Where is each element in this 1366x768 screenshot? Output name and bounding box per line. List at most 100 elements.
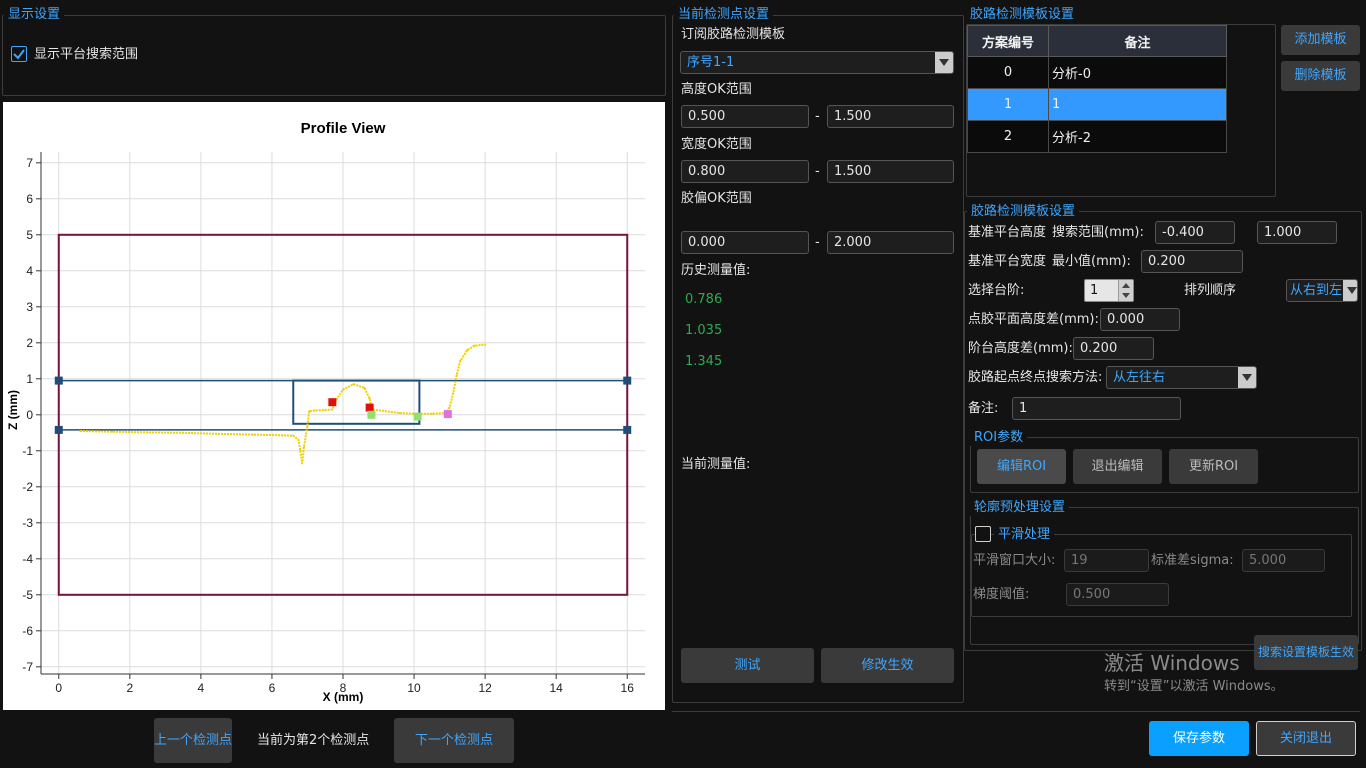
step-height-label: 阶台高度差(mm): (968, 341, 1073, 356)
template-table[interactable]: 方案编号 备注 0 分析-0 1 1 2 分析-2 (967, 25, 1227, 153)
min-value-input[interactable]: 0.200 (1141, 250, 1243, 273)
note-label: 备注: (968, 401, 999, 416)
min-value-label: 最小值(mm): (1052, 254, 1131, 269)
profile-point (217, 432, 220, 435)
gradient-threshold-input[interactable]: 0.500 (1066, 583, 1169, 606)
column-header-note[interactable]: 备注 (1048, 25, 1227, 57)
table-row[interactable]: 1 1 (967, 88, 1227, 121)
order-select[interactable]: 从右到左 (1286, 279, 1358, 302)
offset-min-input[interactable]: 0.000 (681, 231, 809, 254)
column-header-id[interactable]: 方案编号 (967, 25, 1049, 57)
history-value: 1.035 (685, 323, 723, 338)
dot-height-input[interactable]: 0.000 (1100, 308, 1180, 331)
sigma-input[interactable]: 5.000 (1242, 549, 1325, 572)
profile-point (331, 408, 334, 411)
y-tick-label: -2 (22, 480, 33, 494)
row-note: 1 (1048, 88, 1227, 121)
y-tick-label: -4 (22, 552, 33, 566)
test-button[interactable]: 测试 (681, 648, 814, 683)
table-row[interactable]: 0 分析-0 (967, 56, 1227, 89)
height-max-input[interactable]: 1.500 (827, 105, 954, 128)
y-tick-label: 4 (26, 264, 33, 278)
spin-arrows-icon[interactable] (1118, 280, 1133, 301)
profile-chart-panel: Profile View X (mm) Z (mm) 0 2 4 6 8 10 12 14 16… (3, 102, 665, 710)
roi-title: ROI参数 (970, 430, 1028, 446)
profile-point (297, 439, 300, 441)
profile-point (302, 446, 305, 449)
subscribe-template-value: 序号1-1 (687, 55, 735, 70)
profile-point (430, 412, 433, 415)
profile-point (484, 343, 487, 346)
chevron-down-icon (1343, 280, 1357, 301)
feature-marker (367, 410, 376, 419)
profile-point (111, 430, 114, 433)
search-method-select[interactable]: 从左往右 (1106, 366, 1257, 389)
apply-changes-button[interactable]: 修改生效 (821, 648, 954, 683)
exit-edit-button[interactable]: 退出编辑 (1073, 449, 1162, 484)
profile-point (301, 462, 304, 465)
template-params-title: 胶路检测模板设置 (967, 204, 1080, 220)
delete-template-button[interactable]: 删除模板 (1281, 61, 1360, 91)
search-range-max-input[interactable]: 1.000 (1257, 221, 1337, 244)
profile-point (299, 449, 302, 452)
save-params-button[interactable]: 保存参数 (1149, 721, 1249, 756)
row-id: 1 (967, 88, 1049, 121)
note-input[interactable]: 1 (1012, 397, 1181, 420)
update-roi-button[interactable]: 更新ROI (1169, 449, 1258, 484)
smooth-label[interactable]: 平滑处理 (994, 527, 1055, 543)
y-tick-label: -5 (22, 588, 33, 602)
history-label: 历史测量值: (681, 263, 751, 278)
profile-chart[interactable]: Profile View X (mm) Z (mm) 0 2 4 6 8 10 12 14 16… (3, 102, 665, 710)
window-size-input[interactable]: 19 (1064, 549, 1149, 572)
base-height-label: 基准平台高度 (968, 225, 1047, 240)
chart-title: Profile View (301, 120, 386, 137)
order-label: 排列顺序 (1184, 283, 1237, 298)
window-size-label: 平滑窗口大小: (973, 553, 1056, 568)
y-tick-label: 0 (26, 408, 33, 422)
edit-roi-button[interactable]: 编辑ROI (977, 449, 1066, 484)
x-tick-label: 6 (269, 681, 276, 695)
show-platform-label[interactable]: 显示平台搜索范围 (34, 46, 138, 64)
step-spinbox[interactable]: 1 (1084, 279, 1134, 302)
width-max-input[interactable]: 1.500 (827, 160, 954, 183)
smooth-checkbox[interactable] (975, 526, 991, 542)
height-min-input[interactable]: 0.500 (681, 105, 809, 128)
preprocess-title: 轮廓预处理设置 (970, 500, 1070, 516)
display-settings-title: 显示设置 (4, 7, 65, 23)
platform-handle (54, 376, 63, 385)
row-note: 分析-2 (1048, 120, 1227, 153)
profile-point (342, 388, 344, 391)
y-tick-label: 1 (26, 372, 33, 386)
close-exit-button[interactable]: 关闭退出 (1256, 721, 1356, 756)
show-platform-checkbox[interactable] (11, 46, 27, 62)
table-row[interactable]: 2 分析-2 (967, 120, 1227, 153)
y-tick-label: 7 (26, 156, 33, 170)
y-tick-label: -1 (22, 444, 33, 458)
profile-point (313, 409, 316, 412)
activation-watermark-title: 激活 Windows (1104, 651, 1240, 675)
x-tick-label: 12 (478, 681, 492, 695)
profile-point (308, 410, 311, 413)
next-point-button[interactable]: 下一个检测点 (394, 718, 514, 763)
step-height-input[interactable]: 0.200 (1073, 337, 1154, 360)
y-tick-label: 3 (26, 300, 33, 314)
x-tick-label: 10 (407, 681, 421, 695)
subscribe-template-select[interactable]: 序号1-1 (680, 51, 954, 74)
profile-point (352, 383, 355, 386)
search-range-min-input[interactable]: -0.400 (1155, 221, 1235, 244)
offset-max-input[interactable]: 2.000 (827, 231, 954, 254)
x-tick-label: 8 (340, 681, 347, 695)
feature-marker (365, 403, 374, 412)
width-min-input[interactable]: 0.800 (681, 160, 809, 183)
profile-point (253, 433, 256, 436)
offset-range-dash: - (815, 235, 820, 250)
add-template-button[interactable]: 添加模板 (1281, 25, 1360, 55)
prev-point-button[interactable]: 上一个检测点 (154, 718, 232, 763)
y-axis-label: Z (mm) (6, 390, 20, 430)
search-method-label: 胶路起点终点搜索方法: (968, 370, 1103, 385)
apply-search-template-button[interactable]: 搜索设置模板生效 (1254, 635, 1358, 670)
history-value: 1.345 (685, 354, 723, 369)
step-select-label: 选择台阶: (968, 283, 1025, 298)
current-point-status: 当前为第2个检测点 (257, 733, 370, 748)
profile-point (368, 397, 371, 400)
